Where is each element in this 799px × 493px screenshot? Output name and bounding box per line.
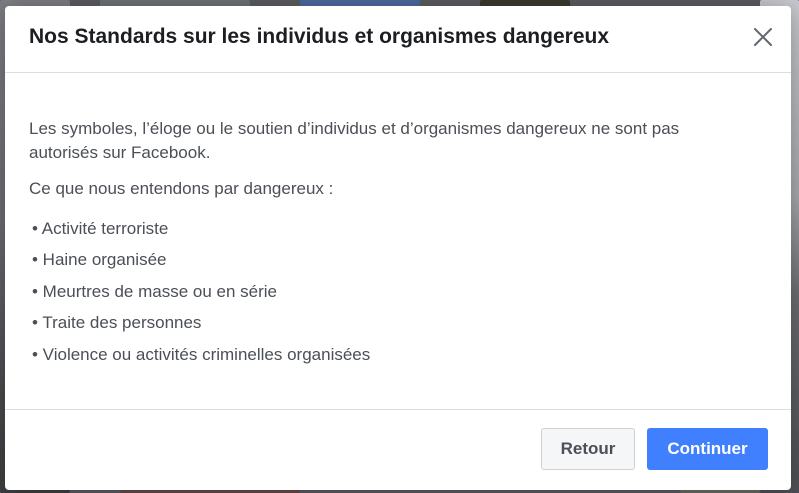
list-item: • Haine organisée [32,250,167,270]
list-item: • Traite des personnes [32,313,202,333]
definition-lead: Ce que nous entendons par dangereux : [29,179,334,198]
dialog-title: Nos Standards sur les individus et organ… [29,25,610,48]
close-button[interactable] [751,25,775,49]
dialog-footer: Retour Continuer [5,409,791,490]
close-icon [754,28,772,46]
back-button[interactable]: Retour [541,428,635,470]
list-item: • Violence ou activités criminelles orga… [32,344,371,364]
dangerous-categories-list: • Activité terroriste • Haine organisée … [29,217,767,374]
continue-button[interactable]: Continuer [647,428,768,470]
list-item: • Activité terroriste [32,219,169,238]
intro-text: Les symboles, l’éloge ou le soutien d’in… [29,119,680,162]
dialog-header: Nos Standards sur les individus et organ… [5,6,791,73]
dangerous-organizations-dialog: Nos Standards sur les individus et organ… [5,6,791,490]
list-item: • Meurtres de masse ou en série [32,281,278,301]
dialog-body: Les symboles, l’éloge ou le soutien d’in… [5,73,791,374]
